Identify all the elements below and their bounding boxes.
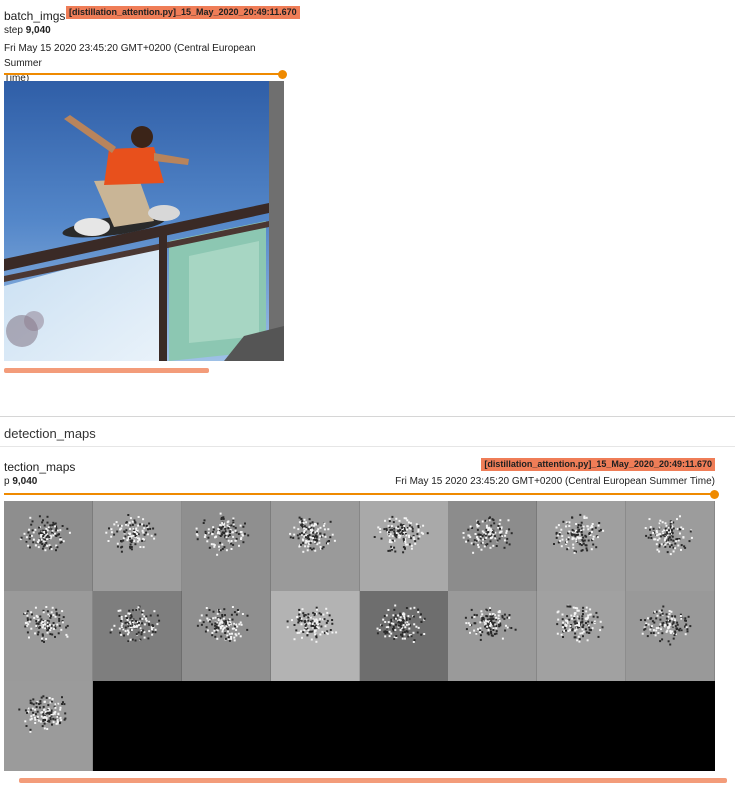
horizontal-scrollbar[interactable] xyxy=(19,778,727,783)
step-slider[interactable] xyxy=(4,490,719,499)
batch-image[interactable] xyxy=(4,81,284,361)
detection-map-tile xyxy=(537,501,627,591)
run-tag: [distillation_attention.py]_15_May_2020_… xyxy=(66,6,300,19)
detection-map-tile xyxy=(92,591,182,681)
detection-map-tile xyxy=(537,591,627,681)
run-tag: [distillation_attention.py]_15_May_2020_… xyxy=(481,458,715,471)
card-title: tection_maps xyxy=(4,460,76,474)
detection-map-tile xyxy=(359,591,449,681)
detection-map-tile xyxy=(270,591,360,681)
timestamp: Fri May 15 2020 23:45:20 GMT+0200 (Centr… xyxy=(4,41,284,86)
step-indicator: step 9,040 xyxy=(4,25,51,36)
detection-map-tile xyxy=(448,591,538,681)
timestamp-line: Fri May 15 2020 23:45:20 GMT+0200 (Centr… xyxy=(4,43,256,69)
detection-map-tile xyxy=(270,501,360,591)
section-title[interactable]: detection_maps xyxy=(4,426,96,441)
step-indicator: p 9,040 xyxy=(4,476,37,487)
detection-map-tile xyxy=(4,501,93,591)
detection-map-tile xyxy=(92,501,182,591)
card-title: batch_imgs xyxy=(4,9,66,23)
detection-map-grid[interactable] xyxy=(4,501,715,771)
detection-map-tile xyxy=(626,501,715,591)
detection-map-tile xyxy=(181,591,271,681)
step-value: 9,040 xyxy=(25,25,51,36)
section-divider xyxy=(0,416,735,417)
horizontal-scrollbar[interactable] xyxy=(4,368,209,373)
section-divider xyxy=(0,446,735,447)
timestamp: Fri May 15 2020 23:45:20 GMT+0200 (Centr… xyxy=(395,476,715,487)
step-label: p xyxy=(4,476,10,487)
slider-thumb[interactable] xyxy=(278,70,287,79)
slider-track xyxy=(4,493,714,495)
detection-map-tile xyxy=(181,501,271,591)
detection-map-tile xyxy=(359,501,449,591)
step-slider[interactable] xyxy=(4,70,287,79)
detection-map-tile xyxy=(4,591,93,681)
detection-map-tile xyxy=(4,681,93,771)
step-value: 9,040 xyxy=(12,476,38,487)
detection-map-tile xyxy=(626,591,715,681)
detection-map-tile xyxy=(448,501,538,591)
slider-track xyxy=(4,73,280,75)
skater-photo xyxy=(4,81,284,361)
step-label: step xyxy=(4,25,23,36)
slider-thumb[interactable] xyxy=(710,490,719,499)
